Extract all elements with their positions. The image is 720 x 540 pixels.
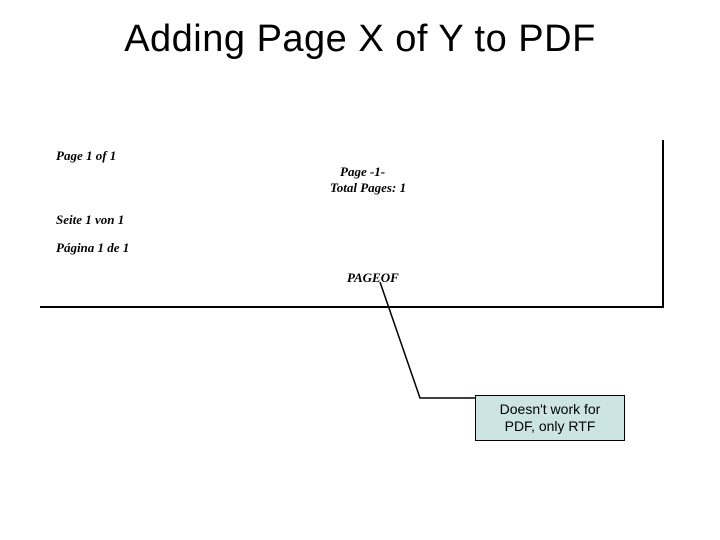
pdf-preview-box: Page 1 of 1 Page -1- Total Pages: 1 Seit… (40, 140, 664, 308)
callout-line2: PDF, only RTF (505, 418, 596, 434)
label-pagina: Página 1 de 1 (56, 240, 129, 256)
slide: Adding Page X of Y to PDF Page 1 of 1 Pa… (0, 0, 720, 540)
callout-text: Doesn't work for PDF, only RTF (500, 401, 601, 436)
callout-line1: Doesn't work for (500, 401, 601, 417)
label-seite: Seite 1 von 1 (56, 212, 124, 228)
label-total-pages: Total Pages: 1 (330, 180, 406, 196)
pdf-preview-inner: Page 1 of 1 Page -1- Total Pages: 1 Seit… (40, 140, 662, 306)
label-page-1-of-1: Page 1 of 1 (56, 148, 116, 164)
slide-title: Adding Page X of Y to PDF (0, 18, 720, 61)
callout-box: Doesn't work for PDF, only RTF (475, 395, 625, 441)
label-pageof: PAGEOF (347, 270, 399, 286)
label-page-neg1: Page -1- (340, 164, 385, 180)
